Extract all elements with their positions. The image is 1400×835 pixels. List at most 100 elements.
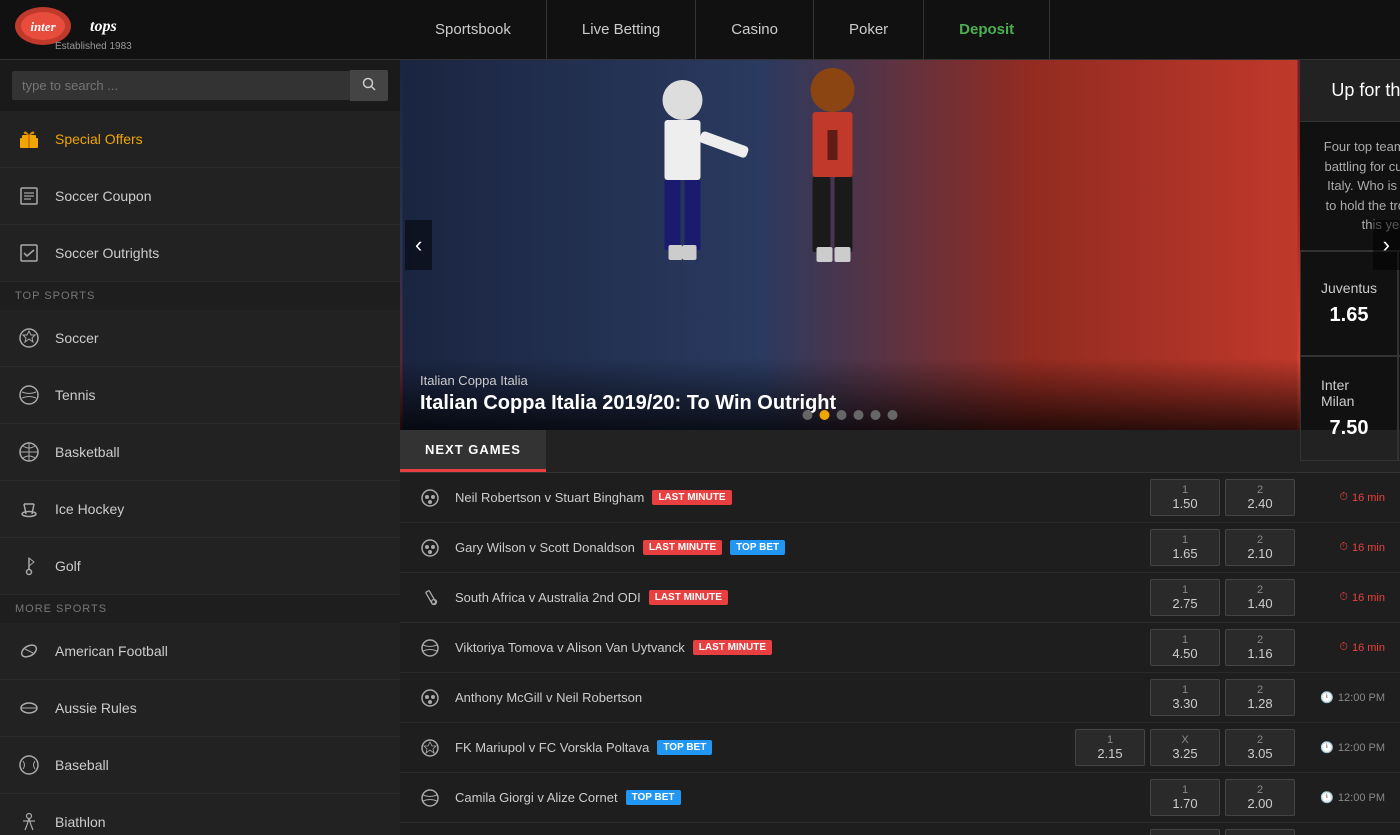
bet-boxes: 1 2.15 X 3.25 2 3.05 [1075, 729, 1295, 766]
soccer-coupon-label: Soccer Coupon [55, 188, 152, 204]
bet-1-label: 1 [1163, 684, 1207, 696]
time-icon: ⏱ [1339, 491, 1348, 504]
sidebar-item-aussie-rules[interactable]: Aussie Rules [0, 680, 400, 737]
bet-x-box[interactable]: X 3.25 [1150, 729, 1220, 766]
soccer-icon [15, 324, 43, 352]
logo-area: inter tops Established 1983 [0, 7, 400, 52]
more-sports-section-label: MORE SPORTS [0, 595, 400, 623]
tab-poker[interactable]: Poker [814, 0, 924, 59]
time-text: 12:00 PM [1338, 742, 1385, 754]
bet-2-box[interactable]: 2 1.16 [1225, 629, 1295, 666]
hero-dot-3[interactable] [854, 410, 864, 420]
game-name: South Africa v Australia 2nd ODI LAST MI… [455, 590, 1150, 605]
bet-boxes: 1 1.70 2 2.00 [1150, 779, 1295, 816]
hero-next-button[interactable]: › [1373, 220, 1400, 270]
bet-2-odd: 1.28 [1238, 696, 1282, 711]
sport-icon [415, 583, 445, 613]
sidebar-item-baseball[interactable]: Baseball [0, 737, 400, 794]
tab-sportsbook[interactable]: Sportsbook [400, 0, 547, 59]
sidebar-item-tennis[interactable]: Tennis [0, 367, 400, 424]
hero-image: Italian Coppa Italia Italian Coppa Itali… [400, 60, 1300, 430]
search-bar [0, 60, 400, 111]
game-name: Viktoriya Tomova v Alison Van Uytvanck L… [455, 640, 1150, 655]
sidebar-item-american-football[interactable]: American Football [0, 623, 400, 680]
search-icon [362, 77, 376, 91]
game-name: FK Mariupol v FC Vorskla Poltava TOP BET [455, 740, 1075, 755]
game-row: Camila Giorgi v Alize Cornet TOP BET 1 1… [400, 773, 1400, 823]
tennis-icon [15, 381, 43, 409]
sidebar-item-biathlon[interactable]: Biathlon [0, 794, 400, 835]
bet-1-label: 1 [1163, 484, 1207, 496]
bet-1-box[interactable]: 1 1.65 [1150, 529, 1220, 566]
sidebar-item-soccer[interactable]: Soccer [0, 310, 400, 367]
bet-boxes: 1 1.36 2 2.90 [1150, 829, 1295, 835]
bet-2-box[interactable]: 2 1.40 [1225, 579, 1295, 616]
nav-tabs: Sportsbook Live Betting Casino Poker Dep… [400, 0, 1400, 59]
hero-dot-0[interactable] [803, 410, 813, 420]
game-name-text: Neil Robertson v Stuart Bingham [455, 490, 644, 505]
bet-1-box[interactable]: 1 4.50 [1150, 629, 1220, 666]
bet-1-box[interactable]: 1 1.50 [1150, 479, 1220, 516]
bet-2-box[interactable]: 2 2.90 [1225, 829, 1295, 835]
game-name-text: Gary Wilson v Scott Donaldson [455, 540, 635, 555]
time-text: 12:00 PM [1338, 792, 1385, 804]
time-icon: ⏱ [1339, 541, 1348, 554]
bet-2-odd: 2.10 [1238, 546, 1282, 561]
bet-2-box[interactable]: 2 3.05 [1225, 729, 1295, 766]
hero-dot-1[interactable] [820, 410, 830, 420]
tennis-label: Tennis [55, 387, 95, 403]
sidebar-item-basketball[interactable]: Basketball [0, 424, 400, 481]
badge-top-bet: TOP BET [730, 540, 785, 555]
bet-1-odd: 1.65 [1163, 546, 1207, 561]
game-rows-container: Neil Robertson v Stuart Bingham LAST MIN… [400, 473, 1400, 835]
sport-icon [415, 733, 445, 763]
search-button[interactable] [350, 70, 388, 101]
bet-1-box[interactable]: 1 1.36 [1150, 829, 1220, 835]
hero-dot-2[interactable] [837, 410, 847, 420]
bet-1-odd: 1.50 [1163, 496, 1207, 511]
badge-top-bet: TOP BET [626, 790, 681, 805]
game-name: Neil Robertson v Stuart Bingham LAST MIN… [455, 490, 1150, 505]
time-text: 16 min [1352, 592, 1385, 604]
search-input[interactable] [12, 71, 350, 100]
bet-2-box[interactable]: 2 2.40 [1225, 479, 1295, 516]
basketball-label: Basketball [55, 444, 120, 460]
bet-1-box[interactable]: 1 1.70 [1150, 779, 1220, 816]
time-icon: 🕛 [1320, 741, 1334, 754]
sidebar-item-soccer-outrights[interactable]: Soccer Outrights [0, 225, 400, 282]
game-name-text: Anthony McGill v Neil Robertson [455, 690, 642, 705]
tab-deposit[interactable]: Deposit [924, 0, 1050, 59]
svg-text:tops: tops [90, 18, 117, 35]
hero-bet-juventus-odds: 1.65 [1330, 304, 1369, 327]
tab-casino[interactable]: Casino [696, 0, 814, 59]
sidebar-item-ice-hockey[interactable]: Ice Hockey [0, 481, 400, 538]
hero-dot-5[interactable] [888, 410, 898, 420]
bet-1-label: 1 [1088, 734, 1132, 746]
biathlon-icon [15, 808, 43, 835]
time-text: 12:00 PM [1338, 692, 1385, 704]
game-time: ⏱ 16 min [1305, 541, 1385, 554]
bet-2-box[interactable]: 2 2.10 [1225, 529, 1295, 566]
bet-1-box[interactable]: 1 2.75 [1150, 579, 1220, 616]
sidebar-item-special-offers[interactable]: Special Offers [0, 111, 400, 168]
bet-x-odd: 3.25 [1163, 746, 1207, 761]
content-area: Italian Coppa Italia Italian Coppa Itali… [400, 60, 1400, 835]
bet-1-box[interactable]: 1 2.15 [1075, 729, 1145, 766]
bet-1-label: 1 [1163, 534, 1207, 546]
bet-2-box[interactable]: 2 1.28 [1225, 679, 1295, 716]
next-games-tab[interactable]: NEXT GAMES [400, 430, 546, 472]
soccer-outrights-label: Soccer Outrights [55, 245, 159, 261]
bet-2-box[interactable]: 2 2.00 [1225, 779, 1295, 816]
hero-dot-4[interactable] [871, 410, 881, 420]
tab-live-betting[interactable]: Live Betting [547, 0, 696, 59]
hero-bet-grid: Juventus 1.65 SSC Napoli 3.50 Inter Mila… [1300, 251, 1400, 461]
sidebar-item-soccer-coupon[interactable]: Soccer Coupon [0, 168, 400, 225]
next-games-tab-bar: NEXT GAMES [400, 430, 1400, 473]
gift-icon [15, 125, 43, 153]
bet-1-box[interactable]: 1 3.30 [1150, 679, 1220, 716]
hero-prev-button[interactable]: ‹ [405, 220, 432, 270]
sidebar-item-golf[interactable]: Golf [0, 538, 400, 595]
time-icon: 🕛 [1320, 691, 1334, 704]
soccer-label: Soccer [55, 330, 99, 346]
hero-bet-inter-milan[interactable]: Inter Milan 7.50 [1300, 356, 1398, 461]
